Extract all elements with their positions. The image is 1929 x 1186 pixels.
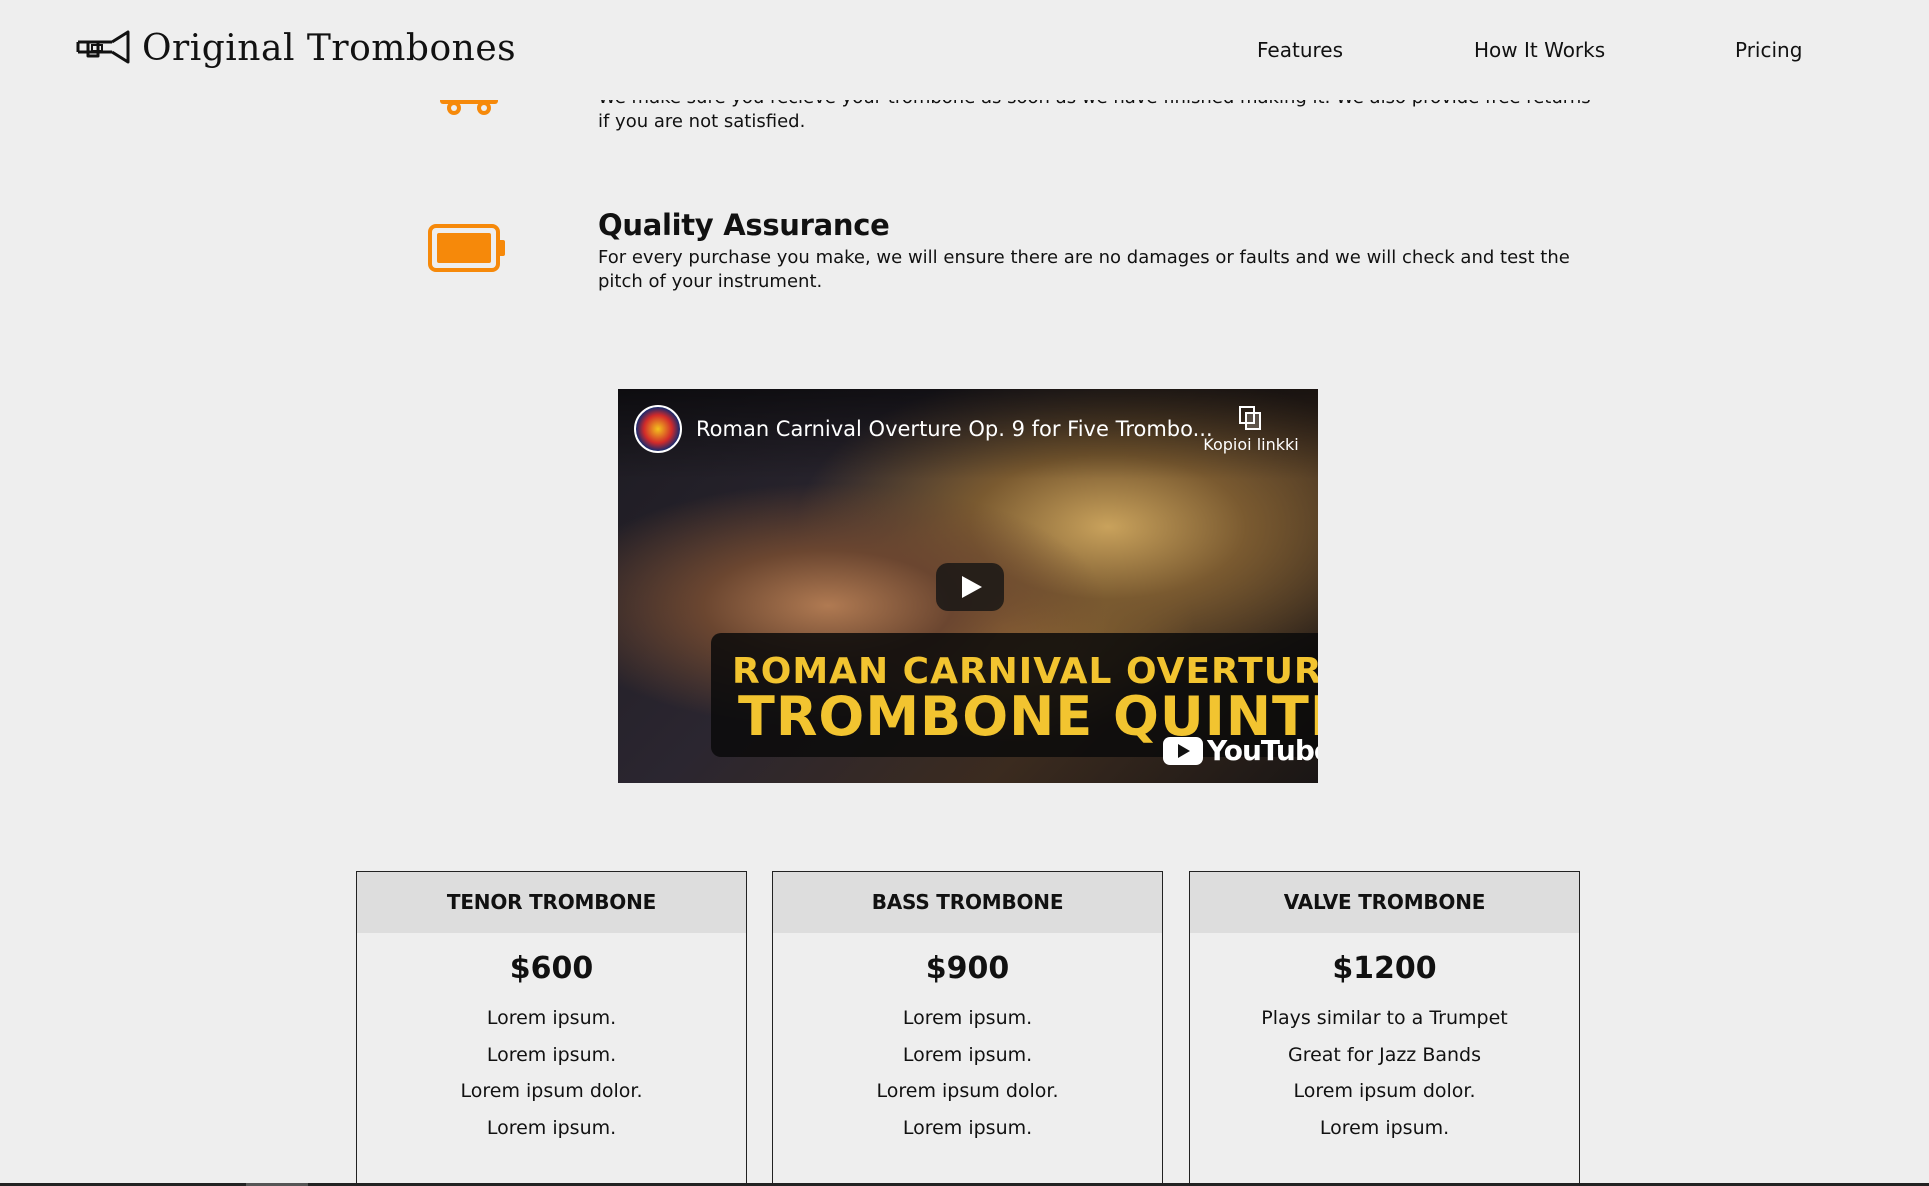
feature-quality-text: For every purchase you make, we will ens… (598, 247, 1570, 292)
video-embed[interactable]: Roman Carnival Overture Op. 9 for Five T… (618, 389, 1318, 783)
list-item: Lorem ipsum dolor. (1293, 1080, 1476, 1102)
list-item: Lorem ipsum. (902, 1116, 1033, 1139)
pricing-card-title: TENOR TROMBONE (357, 872, 746, 933)
pricing-card-price: $900 (925, 951, 1010, 986)
channel-avatar-icon[interactable] (634, 405, 682, 453)
list-item: Lorem ipsum. (1319, 1116, 1450, 1139)
pricing-card-features: Plays similar to a Trumpet Great for Jaz… (1190, 1000, 1579, 1146)
battery-icon (428, 224, 505, 272)
pricing-card-title: BASS TROMBONE (773, 872, 1162, 933)
pricing-card-title: VALVE TROMBONE (1190, 872, 1579, 933)
copy-link-button[interactable]: Kopioi linkki (1196, 405, 1306, 454)
youtube-logo[interactable]: YouTube (1163, 734, 1318, 767)
youtube-play-icon (1163, 736, 1203, 765)
list-item: Lorem ipsum. (902, 1007, 1033, 1029)
copy-icon (1239, 406, 1261, 430)
list-item: Lorem ipsum dolor. (460, 1080, 643, 1102)
list-item: Lorem ipsum. (486, 1116, 617, 1139)
play-button[interactable] (936, 563, 1004, 611)
pricing-card-valve: VALVE TROMBONE $1200 Plays similar to a … (1189, 871, 1580, 1186)
pricing-card-tenor: TENOR TROMBONE $600 Lorem ipsum. Lorem i… (356, 871, 747, 1186)
list-item: Lorem ipsum. (486, 1007, 617, 1029)
feature-quality-title: Quality Assurance (598, 208, 890, 242)
main-nav: Features How It Works Pricing (0, 38, 1929, 68)
list-item: Plays similar to a Trumpet (1261, 1007, 1508, 1029)
pricing-card-price: $600 (509, 951, 594, 986)
nav-how-it-works[interactable]: How It Works (1474, 38, 1605, 62)
list-item: Lorem ipsum. (486, 1043, 617, 1066)
site-header: Original Trombones Features How It Works… (0, 0, 1929, 100)
pricing-card-features: Lorem ipsum. Lorem ipsum. Lorem ipsum do… (357, 1000, 746, 1146)
video-title[interactable]: Roman Carnival Overture Op. 9 for Five T… (696, 417, 1213, 441)
list-item: Lorem ipsum. (902, 1043, 1033, 1066)
list-item: Great for Jazz Bands (1287, 1043, 1481, 1066)
copy-link-label: Kopioi linkki (1203, 435, 1299, 454)
pricing-card-features: Lorem ipsum. Lorem ipsum. Lorem ipsum do… (773, 1000, 1162, 1146)
pricing-card-bass: BASS TROMBONE $900 Lorem ipsum. Lorem ip… (772, 871, 1163, 1186)
nav-features[interactable]: Features (1257, 38, 1343, 62)
youtube-wordmark: YouTube (1207, 734, 1318, 767)
list-item: Lorem ipsum dolor. (876, 1080, 1059, 1102)
pricing-card-price: $1200 (1332, 951, 1437, 986)
nav-pricing[interactable]: Pricing (1735, 38, 1802, 62)
